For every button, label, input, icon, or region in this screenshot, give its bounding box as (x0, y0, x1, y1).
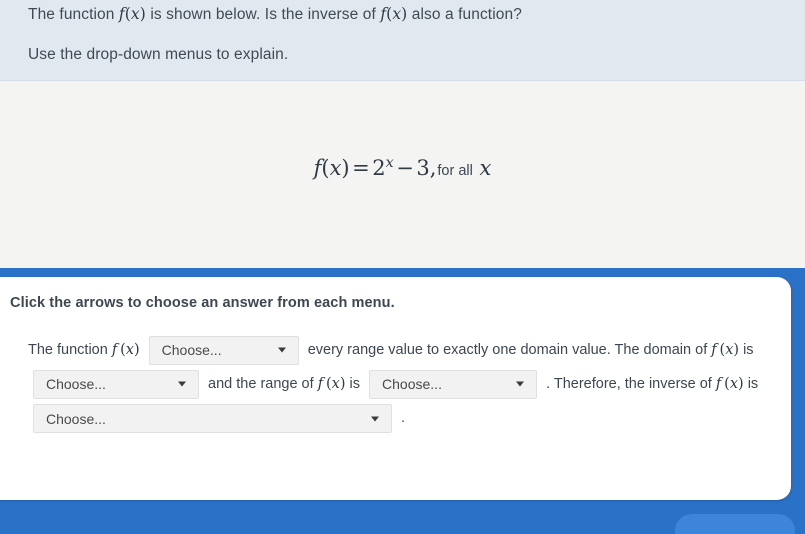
sentence-text-7: is (747, 376, 759, 393)
question-text-2: is shown below. Is the inverse of (145, 6, 381, 23)
inverse-dropdown-value: Choose... (46, 410, 106, 427)
sentence-text-5: is (349, 376, 360, 393)
floating-action-pill[interactable] (675, 514, 795, 534)
answer-sentence: The function f (x) Choose... every range… (28, 333, 781, 436)
chevron-down-icon (277, 347, 286, 353)
inline-math-fx-6: f (x) (715, 376, 744, 393)
equation-minus: − (396, 156, 414, 180)
equation-constant: 3 (416, 156, 430, 180)
equation-x: x (329, 156, 342, 180)
chevron-down-icon (178, 381, 186, 387)
question-band: The function f(x) is shown below. Is the… (0, 0, 805, 81)
inline-math-fx-2: f(x) (380, 5, 408, 23)
question-text-3: also a function? (407, 6, 522, 23)
question-line-2: Use the drop-down menus to explain. (28, 46, 289, 63)
sentence-text-4: and the range of (208, 376, 314, 393)
assigns-dropdown-value: Choose... (161, 342, 222, 359)
inline-math-fx-5: f (x) (317, 376, 346, 393)
equation-forall-text: for all (437, 163, 473, 179)
question-line-1: The function f(x) is shown below. Is the… (28, 5, 522, 24)
inverse-dropdown[interactable]: Choose... (33, 404, 392, 434)
equation-exponent: x (385, 155, 394, 171)
sentence-text-2: every range value to exactly one domain … (307, 342, 708, 359)
domain-dropdown[interactable]: Choose... (33, 369, 199, 399)
question-text-1: The function (28, 6, 119, 23)
chevron-down-icon (516, 381, 525, 387)
sentence-text-1: The function (28, 342, 112, 359)
range-dropdown[interactable]: Choose... (369, 369, 538, 399)
equation-base: 2 (372, 156, 386, 180)
domain-dropdown-value: Choose... (46, 376, 106, 393)
inline-math-fx-3: f (x) (111, 342, 140, 359)
equation-stage: f(x) = 2x −3,for all x (0, 81, 805, 268)
equation-paren-close: ) (341, 156, 350, 180)
range-dropdown-value: Choose... (382, 376, 442, 393)
sentence-text-6: . Therefore, the inverse of (546, 376, 712, 393)
function-equation: f(x) = 2x −3,for all x (0, 155, 805, 180)
inline-math-fx-4: f (x) (711, 342, 740, 359)
equation-equals: = (352, 156, 370, 180)
inline-math-fx-1: f(x) (118, 5, 146, 23)
answer-panel: Click the arrows to choose an answer fro… (0, 277, 791, 500)
sentence-text-8: . (401, 410, 406, 427)
assigns-dropdown[interactable]: Choose... (148, 335, 299, 365)
sentence-text-3: is (743, 342, 754, 359)
page-root: The function f(x) is shown below. Is the… (0, 0, 805, 534)
equation-forall-var: x (479, 156, 492, 180)
chevron-down-icon (371, 416, 379, 422)
equation-paren-open: ( (321, 156, 330, 180)
panel-instruction: Click the arrows to choose an answer fro… (10, 295, 395, 311)
